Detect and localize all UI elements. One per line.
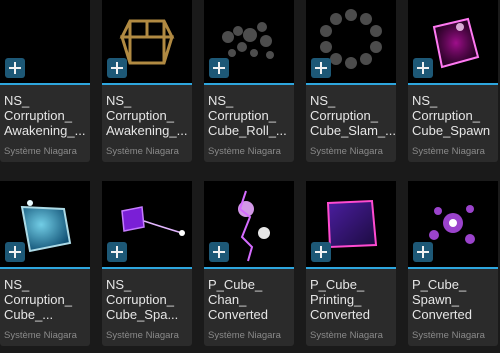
asset-tile[interactable]: NS_ Corruption_ Cube_Slam_... Système Ni… xyxy=(306,0,396,162)
asset-tile[interactable]: NS_ Corruption_ Cube_Spa... Système Niag… xyxy=(102,181,192,346)
plus-icon[interactable] xyxy=(209,58,229,78)
asset-name: P_Cube_ Chan_ Converted xyxy=(208,277,268,322)
asset-type: Système Niagara xyxy=(412,330,485,341)
asset-name: P_Cube_ Spawn_ Converted xyxy=(412,277,472,322)
plus-icon[interactable] xyxy=(311,58,331,78)
asset-thumbnail xyxy=(0,181,90,267)
asset-name: P_Cube_ Printing_ Converted xyxy=(310,277,370,322)
plus-icon[interactable] xyxy=(5,242,25,262)
asset-name: NS_ Corruption_ Cube_Spawn xyxy=(412,93,491,138)
plus-icon[interactable] xyxy=(107,242,127,262)
asset-type: Système Niagara xyxy=(106,330,179,341)
asset-type: Système Niagara xyxy=(208,146,281,157)
asset-thumbnail xyxy=(408,181,498,267)
asset-name: NS_ Corruption_ Awakening_... xyxy=(4,93,86,138)
asset-type: Système Niagara xyxy=(310,146,383,157)
asset-type: Système Niagara xyxy=(4,330,77,341)
asset-thumbnail xyxy=(0,0,90,83)
asset-type: Système Niagara xyxy=(208,330,281,341)
asset-grid: NS_ Corruption_ Awakening_... Système Ni… xyxy=(0,0,500,353)
asset-name: NS_ Corruption_ Cube_Slam_... xyxy=(310,93,396,138)
asset-type: Système Niagara xyxy=(4,146,77,157)
plus-icon[interactable] xyxy=(311,242,331,262)
asset-tile[interactable]: NS_ Corruption_ Awakening_... Système Ni… xyxy=(102,0,192,162)
asset-thumbnail xyxy=(306,0,396,83)
asset-name: NS_ Corruption_ Awakening_... xyxy=(106,93,188,138)
asset-name: NS_ Corruption_ Cube_Roll_... xyxy=(208,93,287,138)
asset-tile[interactable]: NS_ Corruption_ Cube_Roll_... Système Ni… xyxy=(204,0,294,162)
asset-thumbnail xyxy=(408,0,498,83)
asset-name: NS_ Corruption_ Cube_Spa... xyxy=(106,277,179,322)
asset-thumbnail xyxy=(306,181,396,267)
asset-thumbnail xyxy=(102,181,192,267)
plus-icon[interactable] xyxy=(413,242,433,262)
asset-type: Système Niagara xyxy=(106,146,179,157)
asset-name: NS_ Corruption_ Cube_... xyxy=(4,277,72,322)
asset-tile[interactable]: P_Cube_ Chan_ Converted Système Niagara xyxy=(204,181,294,346)
asset-thumbnail xyxy=(204,181,294,267)
asset-type: Système Niagara xyxy=(412,146,485,157)
plus-icon[interactable] xyxy=(413,58,433,78)
asset-tile[interactable]: NS_ Corruption_ Cube_Spawn Système Niaga… xyxy=(408,0,498,162)
plus-icon[interactable] xyxy=(5,58,25,78)
asset-tile[interactable]: NS_ Corruption_ Awakening_... Système Ni… xyxy=(0,0,90,162)
asset-thumbnail xyxy=(102,0,192,83)
plus-icon[interactable] xyxy=(107,58,127,78)
asset-tile[interactable]: P_Cube_ Printing_ Converted Système Niag… xyxy=(306,181,396,346)
asset-tile[interactable]: P_Cube_ Spawn_ Converted Système Niagara xyxy=(408,181,498,346)
asset-thumbnail xyxy=(204,0,294,83)
asset-type: Système Niagara xyxy=(310,330,383,341)
asset-tile[interactable]: NS_ Corruption_ Cube_... Système Niagara xyxy=(0,181,90,346)
plus-icon[interactable] xyxy=(209,242,229,262)
